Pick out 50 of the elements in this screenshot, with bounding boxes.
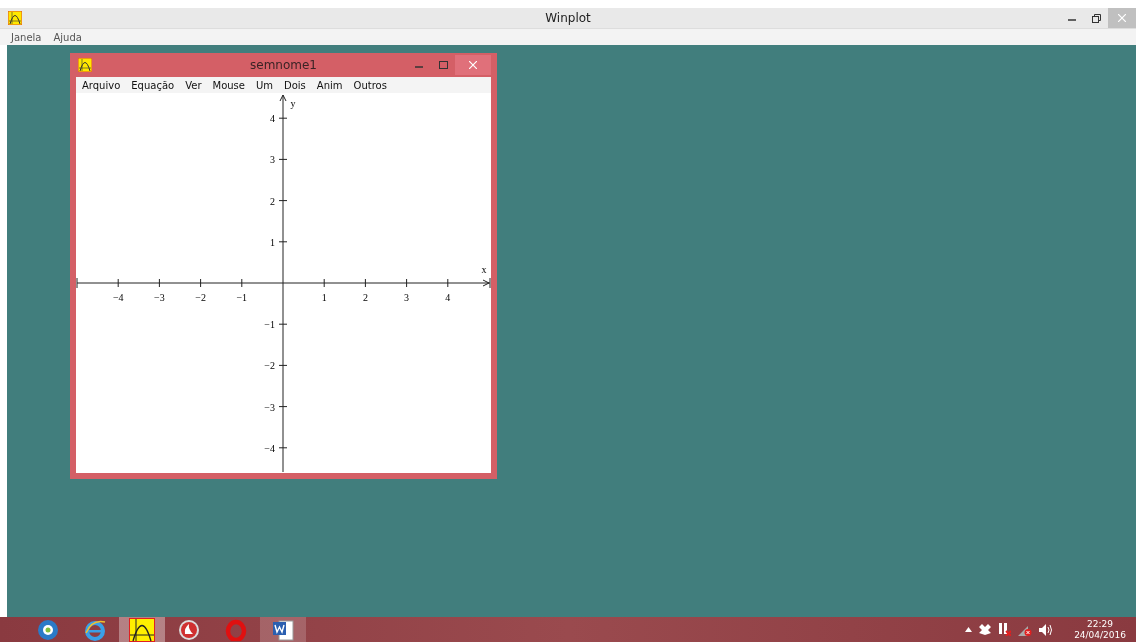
- clock-date: 24/04/2016: [1074, 629, 1126, 641]
- flame-icon: [178, 618, 200, 641]
- app-logo-icon: [8, 11, 22, 25]
- tick-label: 2: [270, 195, 275, 207]
- menu-item[interactable]: Mouse: [212, 79, 245, 91]
- menu-item[interactable]: Ver: [185, 79, 202, 91]
- tick-label: 1: [270, 236, 275, 248]
- close-icon: [469, 61, 477, 69]
- menu-item[interactable]: Dois: [284, 79, 306, 91]
- maximize-icon: [438, 61, 448, 69]
- menu-item[interactable]: Equação: [131, 79, 175, 91]
- browser-icon: [84, 618, 106, 641]
- menu-item[interactable]: Ajuda: [53, 31, 82, 43]
- menu-item[interactable]: Outros: [353, 79, 387, 91]
- graph-icon: [129, 617, 155, 642]
- tick-label: −3: [264, 401, 275, 413]
- tick-label: 2: [362, 292, 368, 303]
- clock-time: 22:29: [1087, 618, 1114, 630]
- tick-label: −4: [264, 442, 275, 454]
- tick-label: −4: [112, 292, 124, 303]
- tick-label: 3: [270, 154, 275, 166]
- menu-item[interactable]: Arquivo: [82, 79, 121, 91]
- taskbar-button[interactable]: [260, 617, 306, 642]
- document-icon: [272, 618, 294, 641]
- close-icon: [1118, 14, 1126, 22]
- tick-label: 4: [270, 113, 275, 125]
- axis-label: y: [290, 98, 296, 109]
- menu-item[interactable]: Um: [255, 79, 273, 91]
- gear-icon: [37, 618, 59, 641]
- network-error-icon[interactable]: [998, 623, 1012, 636]
- ring-icon: [225, 618, 247, 641]
- menu-item[interactable]: Janela: [11, 31, 42, 43]
- window-title: semnome1: [250, 58, 317, 72]
- tick-label: 3: [404, 292, 410, 303]
- tick-label: −2: [195, 292, 206, 303]
- tick-label: −3: [154, 292, 165, 303]
- window-title: Winplot: [545, 11, 591, 25]
- menu-item[interactable]: Anim: [316, 79, 343, 91]
- speaker-icon[interactable]: [1039, 623, 1054, 636]
- tick-label: −2: [264, 360, 275, 372]
- close-button[interactable]: [455, 55, 491, 75]
- app-logo-icon: [78, 58, 92, 72]
- tick-label: −1: [236, 292, 248, 303]
- tick-label: −1: [264, 319, 275, 331]
- axis-label: x: [481, 264, 487, 275]
- tick-label: 4: [445, 292, 451, 303]
- tray-expand-icon[interactable]: [965, 627, 973, 632]
- taskbar-button[interactable]: [119, 617, 165, 642]
- tick-label: 1: [321, 292, 327, 303]
- restore-icon: [1091, 13, 1101, 23]
